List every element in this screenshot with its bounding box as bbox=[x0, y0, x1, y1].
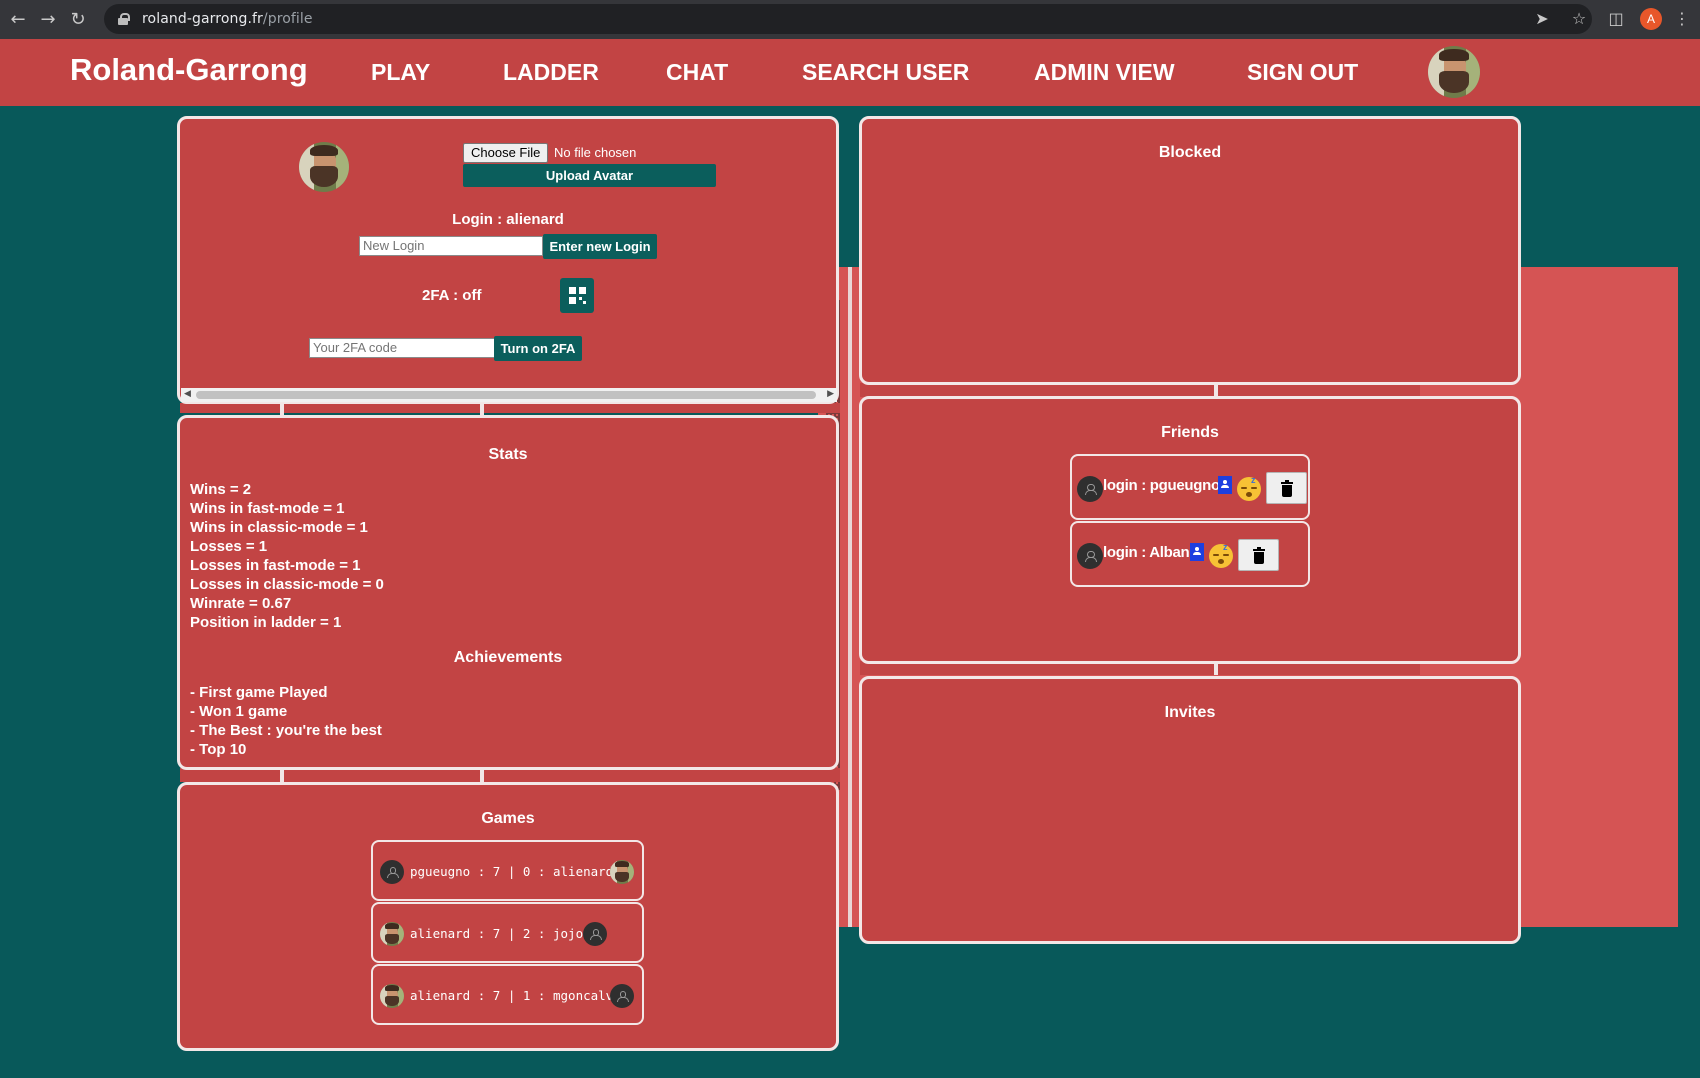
achievement-item: - Won 1 game bbox=[190, 703, 288, 720]
friend-login: login : Alban bbox=[1103, 544, 1190, 561]
stat-line: Position in ladder = 1 bbox=[190, 614, 342, 631]
invites-title: Invites bbox=[1164, 704, 1216, 721]
no-file-text: No file chosen bbox=[554, 145, 637, 160]
twofa-status: 2FA : off bbox=[422, 287, 482, 304]
blocked-panel: Blocked bbox=[859, 116, 1521, 385]
achievements-title: Achievements bbox=[453, 649, 563, 666]
stats-title: Stats bbox=[488, 446, 528, 463]
court-mark bbox=[1214, 383, 1218, 397]
player-avatar bbox=[380, 984, 404, 1008]
player-avatar bbox=[610, 860, 634, 884]
brand-logo[interactable]: Roland-Garrong bbox=[70, 52, 308, 88]
player-avatar bbox=[380, 922, 404, 946]
menu-icon[interactable]: ⋮ bbox=[1672, 5, 1692, 33]
sleeping-status-icon: z bbox=[1209, 542, 1233, 568]
games-title: Games bbox=[481, 810, 535, 827]
top-navbar: Roland-Garrong PLAY LADDER CHAT SEARCH U… bbox=[0, 39, 1700, 106]
friend-login: login : pgueugno bbox=[1103, 477, 1220, 494]
choose-file-button[interactable]: Choose File bbox=[463, 143, 549, 163]
game-score: alienard : 7 | 2 : jojo bbox=[410, 926, 584, 941]
profile-avatar bbox=[299, 142, 349, 192]
game-score: pgueugno : 7 | 0 : alienard bbox=[410, 864, 614, 879]
game-row[interactable]: alienard : 7 | 2 : jojo bbox=[371, 902, 644, 963]
url-text: roland-garrong.fr/profile bbox=[142, 11, 313, 27]
nav-ladder[interactable]: LADDER bbox=[503, 59, 599, 86]
address-bar[interactable]: roland-garrong.fr/profile bbox=[104, 4, 1592, 34]
delete-friend-button[interactable] bbox=[1238, 539, 1279, 571]
nav-sign-out[interactable]: SIGN OUT bbox=[1247, 59, 1358, 86]
user-placeholder-icon bbox=[610, 984, 634, 1008]
friend-row[interactable]: login : pgueugno z bbox=[1070, 454, 1310, 520]
court-band bbox=[180, 403, 840, 413]
achievement-item: - The Best : you're the best bbox=[190, 722, 382, 739]
blocked-title: Blocked bbox=[1158, 144, 1222, 161]
browser-profile-avatar[interactable]: A bbox=[1640, 8, 1662, 30]
court-mark bbox=[480, 403, 484, 415]
user-placeholder-icon bbox=[380, 860, 404, 884]
stat-line: Wins in classic-mode = 1 bbox=[190, 519, 368, 536]
stat-line: Wins = 2 bbox=[190, 481, 252, 498]
friends-title: Friends bbox=[1161, 424, 1219, 441]
trash-icon bbox=[1254, 552, 1264, 564]
sleeping-status-icon: z bbox=[1237, 475, 1261, 501]
star-icon[interactable]: ☆ bbox=[1569, 5, 1589, 33]
stat-line: Losses in classic-mode = 0 bbox=[190, 576, 384, 593]
friend-row[interactable]: login : Alban z bbox=[1070, 521, 1310, 587]
invites-panel: Invites bbox=[859, 676, 1521, 944]
nav-play[interactable]: PLAY bbox=[371, 59, 430, 86]
scrollbar-thumb[interactable] bbox=[196, 391, 816, 399]
upload-avatar-button[interactable]: Upload Avatar bbox=[463, 164, 716, 187]
enter-new-login-button[interactable]: Enter new Login bbox=[543, 234, 657, 259]
browser-toolbar: ← → ↻ roland-garrong.fr/profile ➤ ☆ ◫ A … bbox=[0, 0, 1700, 39]
user-placeholder-icon bbox=[1077, 476, 1103, 502]
delete-friend-button[interactable] bbox=[1266, 472, 1307, 504]
nav-admin-view[interactable]: ADMIN VIEW bbox=[1034, 59, 1175, 86]
profile-icon[interactable] bbox=[1190, 543, 1204, 561]
court-mark bbox=[280, 403, 284, 415]
twofa-code-input[interactable]: Your 2FA code bbox=[309, 338, 495, 358]
court-mark bbox=[280, 768, 284, 782]
qr-code-button[interactable] bbox=[560, 278, 594, 313]
side-panel-icon[interactable]: ◫ bbox=[1606, 5, 1626, 33]
user-placeholder-icon bbox=[1077, 543, 1103, 569]
lock-icon bbox=[118, 13, 130, 25]
stat-line: Winrate = 0.67 bbox=[190, 595, 292, 612]
reload-icon[interactable]: ↻ bbox=[68, 9, 88, 30]
stat-line: Wins in fast-mode = 1 bbox=[190, 500, 345, 517]
nav-search-user[interactable]: SEARCH USER bbox=[802, 59, 969, 86]
stat-line: Losses in fast-mode = 1 bbox=[190, 557, 361, 574]
horizontal-scrollbar[interactable]: ◀ ▶ bbox=[181, 388, 837, 402]
scroll-right-icon[interactable]: ▶ bbox=[827, 389, 834, 399]
achievement-item: - First game Played bbox=[190, 684, 328, 701]
profile-icon[interactable] bbox=[1218, 476, 1232, 494]
court-mark bbox=[480, 768, 484, 782]
game-row[interactable]: pgueugno : 7 | 0 : alienard bbox=[371, 840, 644, 901]
scroll-left-icon[interactable]: ◀ bbox=[184, 389, 191, 399]
nav-chat[interactable]: CHAT bbox=[666, 59, 728, 86]
trash-icon bbox=[1282, 485, 1292, 497]
game-row[interactable]: alienard : 7 | 1 : mgoncalv bbox=[371, 964, 644, 1025]
court-band bbox=[180, 768, 840, 782]
stat-line: Losses = 1 bbox=[190, 538, 268, 555]
game-score: alienard : 7 | 1 : mgoncalv bbox=[410, 988, 614, 1003]
turn-on-2fa-button[interactable]: Turn on 2FA bbox=[494, 336, 582, 361]
qr-code-icon bbox=[569, 287, 576, 294]
user-avatar[interactable] bbox=[1428, 46, 1480, 98]
achievement-item: - Top 10 bbox=[190, 741, 247, 758]
forward-icon[interactable]: → bbox=[38, 9, 58, 30]
court-band bbox=[860, 383, 1420, 397]
new-login-input[interactable]: New Login bbox=[359, 236, 543, 256]
send-icon[interactable]: ➤ bbox=[1532, 5, 1552, 33]
back-icon[interactable]: ← bbox=[8, 9, 28, 30]
user-placeholder-icon bbox=[583, 922, 607, 946]
